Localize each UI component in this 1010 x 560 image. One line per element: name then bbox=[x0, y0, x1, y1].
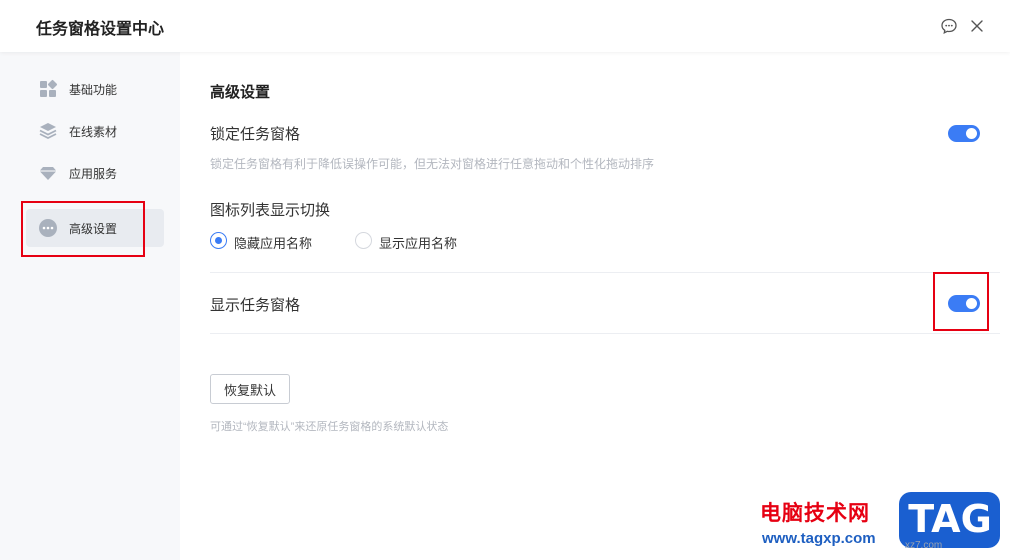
sidebar-item-label: 应用服务 bbox=[69, 167, 118, 181]
radio-circle bbox=[355, 232, 372, 249]
show-pane-label: 显示任务窗格 bbox=[210, 297, 301, 314]
restore-default-button[interactable]: 恢复默认 bbox=[210, 374, 290, 404]
lock-pane-description: 锁定任务窗格有利于降低误操作可能，但无法对窗格进行任意拖动和个性化拖动排序 bbox=[210, 157, 655, 171]
window-title: 任务窗格设置中心 bbox=[36, 21, 165, 38]
sidebar-item-online-materials[interactable]: 在线素材 bbox=[26, 112, 164, 150]
highlight-box-sidebar bbox=[21, 201, 145, 257]
watermark-logo-text: TAG bbox=[908, 497, 992, 541]
sidebar-item-basic[interactable]: 基础功能 bbox=[26, 70, 164, 108]
section-title: 高级设置 bbox=[210, 84, 271, 101]
feedback-icon[interactable] bbox=[940, 17, 958, 35]
grid-icon bbox=[40, 79, 58, 97]
sidebar: 基础功能 在线素材 应用服务 高级设置 bbox=[0, 52, 180, 560]
layers-icon bbox=[39, 123, 57, 140]
sidebar-item-app-services[interactable]: 应用服务 bbox=[26, 154, 164, 192]
watermark-url: www.tagxp.com bbox=[762, 530, 876, 547]
watermark-small-text: xz7.com bbox=[905, 540, 943, 551]
radio-label: 隐藏应用名称 bbox=[234, 236, 313, 251]
watermark-site-name: 电脑技术网 bbox=[760, 502, 870, 525]
sidebar-item-label: 基础功能 bbox=[69, 83, 118, 97]
highlight-box-toggle bbox=[933, 272, 989, 331]
divider bbox=[210, 333, 1000, 334]
toggle-knob bbox=[966, 128, 977, 139]
icon-list-label: 图标列表显示切换 bbox=[210, 202, 331, 219]
gem-icon bbox=[39, 167, 57, 180]
sidebar-item-label: 在线素材 bbox=[69, 125, 118, 139]
settings-panel: 高级设置 锁定任务窗格 锁定任务窗格有利于降低误操作可能，但无法对窗格进行任意拖… bbox=[180, 52, 1010, 560]
lock-pane-label: 锁定任务窗格 bbox=[210, 126, 301, 143]
radio-show-app-name[interactable]: 显示应用名称 bbox=[355, 231, 475, 251]
title-bar: 任务窗格设置中心 bbox=[0, 0, 1010, 52]
radio-circle bbox=[210, 232, 227, 249]
restore-description: 可通过“恢复默认”来还原任务窗格的系统默认状态 bbox=[210, 421, 449, 433]
radio-label: 显示应用名称 bbox=[379, 236, 458, 251]
lock-pane-toggle[interactable] bbox=[948, 125, 980, 142]
close-icon[interactable] bbox=[968, 17, 986, 35]
radio-hide-app-name[interactable]: 隐藏应用名称 bbox=[210, 231, 330, 251]
divider bbox=[210, 272, 1000, 273]
